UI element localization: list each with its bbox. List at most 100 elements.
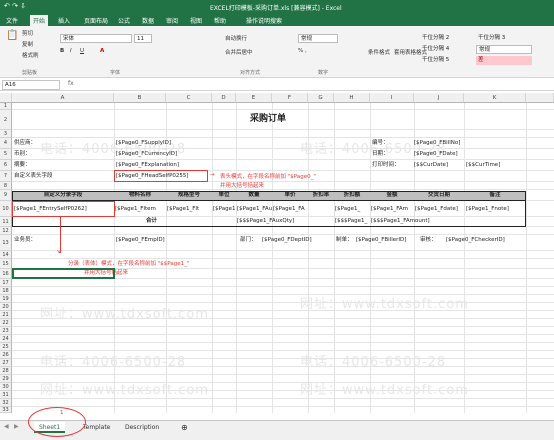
tab-data[interactable]: 数据: [142, 16, 154, 25]
row-header[interactable]: 16: [0, 269, 12, 279]
row-header[interactable]: 25: [0, 343, 12, 351]
number-format-select[interactable]: 常规: [298, 34, 338, 43]
tab-review[interactable]: 审阅: [166, 16, 178, 25]
conditional-format-button[interactable]: 条件格式: [368, 48, 390, 56]
copy-button[interactable]: 复制: [22, 40, 33, 48]
row-header[interactable]: 26: [0, 351, 12, 359]
format-painter-button[interactable]: 格式刷: [22, 51, 39, 59]
col-header-f[interactable]: F: [272, 93, 308, 103]
row-header[interactable]: 14: [0, 251, 12, 259]
font-color-icon[interactable]: A: [100, 48, 104, 54]
paste-icon[interactable]: 📋: [6, 30, 18, 41]
row-header[interactable]: 5: [0, 149, 12, 160]
style-bad[interactable]: 差: [476, 56, 532, 65]
style-thousands-5[interactable]: 千位分隔 5: [420, 56, 476, 65]
row-header[interactable]: 1: [0, 103, 12, 110]
quick-access-toolbar[interactable]: ↶ ↷ ⇩: [4, 2, 26, 10]
next-sheet-icon[interactable]: ▶: [14, 423, 19, 430]
currency-field: [$Page0_FCurrencyID]: [116, 151, 178, 157]
row-header[interactable]: 20: [0, 303, 12, 311]
entry-qty-field: [$Page1_FAu: [237, 206, 272, 212]
bold-button[interactable]: B: [60, 48, 64, 54]
row-header[interactable]: 24: [0, 335, 12, 343]
tab-view[interactable]: 视图: [190, 16, 202, 25]
style-thousands-4[interactable]: 千位分隔 4: [420, 45, 476, 54]
tab-file[interactable]: 文件: [6, 16, 18, 25]
total-discount-field: [$$$Page1_: [335, 218, 368, 224]
col-header-c[interactable]: C: [166, 93, 212, 103]
col-label-custom-entry: 自定义分录字段: [43, 192, 83, 198]
row-header[interactable]: 19: [0, 295, 12, 303]
style-normal[interactable]: 常规: [476, 45, 532, 54]
tab-home[interactable]: 开始: [30, 15, 49, 26]
entry-price-field: [$Page1_FA: [273, 206, 305, 212]
grid-line: [12, 181, 554, 182]
col-header-k[interactable]: K: [464, 93, 526, 103]
worksheet-grid[interactable]: A B C D E F G H I J K 1 2 3 4 5 6 7 8 9 …: [0, 93, 554, 413]
row-header[interactable]: 6: [0, 160, 12, 171]
italic-button[interactable]: I: [70, 48, 72, 54]
group-clipboard-label: 剪贴板: [22, 70, 38, 76]
col-header-a[interactable]: A: [12, 93, 114, 103]
name-box[interactable]: A16: [2, 80, 60, 90]
col-header-i[interactable]: I: [370, 93, 414, 103]
supplier-label: 供应商：: [14, 140, 37, 146]
prev-sheet-icon[interactable]: ◀: [4, 423, 9, 430]
row-header[interactable]: 27: [0, 359, 12, 367]
row-header[interactable]: 33: [0, 407, 12, 413]
row-header[interactable]: 2: [0, 110, 12, 130]
total-label: 合计: [146, 218, 158, 224]
style-thousands-3[interactable]: 千位分隔 3: [476, 34, 532, 43]
row-header[interactable]: 22: [0, 319, 12, 327]
style-thousands-2[interactable]: 千位分隔 2: [420, 34, 476, 43]
tab-formulas[interactable]: 公式: [118, 16, 130, 25]
col-header-d[interactable]: D: [212, 93, 236, 103]
selected-cell[interactable]: [12, 268, 115, 279]
row-header[interactable]: 11: [0, 217, 12, 227]
row-header[interactable]: 12: [0, 227, 12, 235]
row-header[interactable]: 13: [0, 235, 12, 251]
row-header[interactable]: 17: [0, 279, 12, 287]
col-header-j[interactable]: J: [414, 93, 464, 103]
row-header[interactable]: 21: [0, 311, 12, 319]
grid-line: [12, 129, 554, 130]
tell-me-search[interactable]: 操作说明搜索: [246, 16, 282, 25]
col-label-spec: 规格型号: [177, 192, 200, 198]
col-header-b[interactable]: B: [114, 93, 166, 103]
total-amount-field: [$$$Page1_FAmount]: [371, 218, 430, 224]
row-header[interactable]: 30: [0, 383, 12, 391]
dept-field: [$Page0_FDeptID]: [262, 237, 312, 243]
add-sheet-button[interactable]: ⊕: [176, 422, 193, 433]
row-header[interactable]: 32: [0, 399, 12, 407]
fx-icon[interactable]: fx: [68, 80, 74, 87]
row-header[interactable]: 23: [0, 327, 12, 335]
select-all-corner[interactable]: [0, 93, 12, 103]
row-header[interactable]: 31: [0, 391, 12, 399]
tab-help[interactable]: 帮助: [214, 16, 226, 25]
font-size-select[interactable]: 11: [134, 34, 152, 43]
col-header-h[interactable]: H: [334, 93, 370, 103]
row-header[interactable]: 3: [0, 130, 12, 138]
col-header-e[interactable]: E: [236, 93, 272, 103]
cut-button[interactable]: 剪切: [22, 29, 33, 37]
row-header[interactable]: 18: [0, 287, 12, 295]
row-header[interactable]: 7: [0, 171, 12, 182]
row-header[interactable]: 10: [0, 201, 12, 217]
row-header[interactable]: 4: [0, 138, 12, 149]
underline-button[interactable]: U: [80, 48, 84, 54]
grid-line: [12, 234, 554, 235]
row-header[interactable]: 29: [0, 375, 12, 383]
sheet-tab-description[interactable]: Description: [120, 422, 164, 433]
col-header-g[interactable]: G: [308, 93, 334, 103]
row-header[interactable]: 9: [0, 190, 12, 201]
row-header[interactable]: 28: [0, 367, 12, 375]
wrap-text-button[interactable]: 自动换行: [225, 34, 247, 42]
tab-page-layout[interactable]: 页面布局: [84, 16, 108, 25]
font-name-select[interactable]: 宋体: [60, 34, 132, 43]
percent-style-icon[interactable]: % ,: [298, 48, 307, 54]
merge-center-button[interactable]: 合并后居中: [225, 48, 253, 56]
tab-insert[interactable]: 插入: [58, 16, 70, 25]
row-header[interactable]: 8: [0, 182, 12, 190]
row-header[interactable]: 15: [0, 259, 12, 269]
col-header-l[interactable]: [526, 93, 554, 103]
